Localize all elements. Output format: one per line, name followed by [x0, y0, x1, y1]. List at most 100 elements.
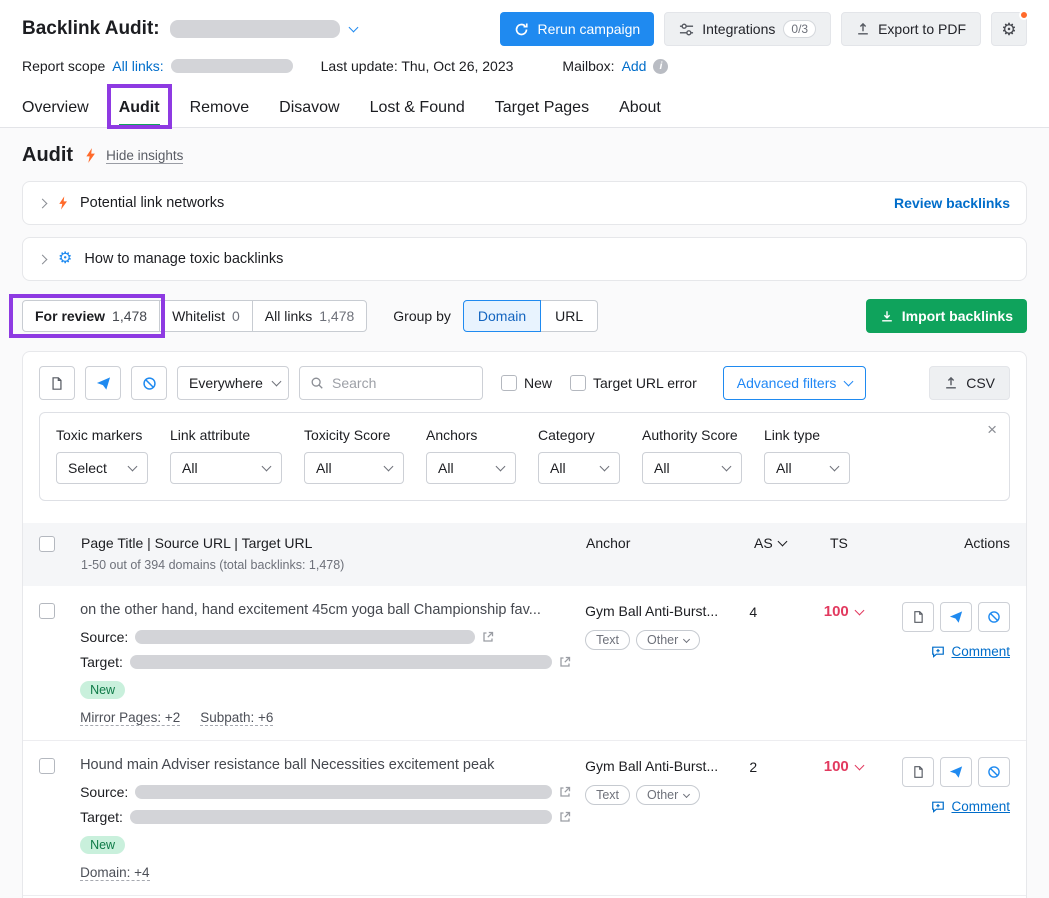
report-scope-row: Report scope All links: Last update: Thu…	[0, 46, 1049, 88]
tab-whitelist[interactable]: Whitelist 0	[159, 301, 252, 331]
move-to-remove-button[interactable]	[940, 757, 972, 787]
external-link-icon[interactable]	[559, 786, 571, 798]
toxicity-score-dropdown[interactable]: 100	[824, 602, 902, 620]
row-checkbox[interactable]	[39, 603, 55, 619]
disavow-file-icon	[50, 376, 64, 391]
search-box	[299, 366, 483, 400]
search-scope-select[interactable]: Everywhere	[177, 366, 289, 400]
chevron-right-icon[interactable]	[38, 198, 48, 208]
category-select[interactable]: All	[538, 452, 620, 484]
search-input[interactable]	[332, 375, 472, 391]
subpath-link[interactable]: Subpath: +6	[200, 710, 273, 726]
tab-overview[interactable]: Overview	[22, 88, 89, 127]
source-url-redacted	[135, 630, 475, 644]
domain-expand-link[interactable]: Domain: +4	[80, 865, 149, 881]
chevron-down-icon	[844, 377, 854, 387]
chevron-down-icon	[128, 462, 138, 472]
advanced-filters-button[interactable]: Advanced filters	[723, 366, 867, 400]
tab-target-pages[interactable]: Target Pages	[495, 88, 589, 127]
tab-about[interactable]: About	[619, 88, 661, 127]
export-to-pdf-button[interactable]: Export to PDF	[841, 12, 981, 46]
target-url-error-checkbox[interactable]	[570, 375, 586, 391]
move-to-disavow-button[interactable]	[902, 757, 934, 787]
integrations-button[interactable]: Integrations 0/3	[664, 12, 831, 46]
rerun-campaign-button[interactable]: Rerun campaign	[500, 12, 654, 46]
move-to-disavow-button[interactable]	[902, 602, 934, 632]
settings-button[interactable]: ⚙	[991, 12, 1027, 46]
comment-icon	[931, 645, 945, 659]
anchors-select[interactable]: All	[426, 452, 516, 484]
tab-for-review[interactable]: For review 1,478	[23, 301, 159, 331]
group-by-domain-button[interactable]: Domain	[463, 300, 541, 332]
block-button[interactable]	[978, 757, 1010, 787]
top-bar: Backlink Audit: Rerun campaign Integrati…	[0, 0, 1049, 46]
results-summary: 1-50 out of 394 domains (total backlinks…	[81, 558, 572, 572]
chevron-down-icon	[600, 462, 610, 472]
move-to-disavow-button[interactable]	[39, 366, 75, 400]
tag-other-dropdown[interactable]: Other	[636, 630, 700, 650]
external-link-icon[interactable]	[559, 656, 571, 668]
export-icon	[944, 376, 958, 390]
chevron-right-icon[interactable]	[38, 254, 48, 264]
tag-other-dropdown[interactable]: Other	[636, 785, 700, 805]
filter-link-type: Link type All	[764, 427, 850, 484]
search-icon	[310, 376, 324, 390]
sort-chevron-down-icon	[777, 537, 787, 547]
comment-link[interactable]: Comment	[931, 799, 1010, 814]
tab-lost-and-found[interactable]: Lost & Found	[370, 88, 465, 127]
export-csv-button[interactable]: CSV	[929, 366, 1010, 400]
panel-manage-toxic-backlinks[interactable]: ⚙ How to manage toxic backlinks	[22, 237, 1027, 281]
import-backlinks-button[interactable]: Import backlinks	[866, 299, 1027, 333]
authority-score-select[interactable]: All	[642, 452, 742, 484]
paper-plane-icon	[96, 376, 111, 391]
tab-disavow[interactable]: Disavow	[279, 88, 339, 127]
anchor-text: Gym Ball Anti-Burst...	[585, 603, 749, 619]
column-anchor: Anchor	[586, 535, 754, 551]
group-by-url-button[interactable]: URL	[541, 300, 598, 332]
tab-all-links[interactable]: All links 1,478	[252, 301, 367, 331]
mirror-pages-link[interactable]: Mirror Pages: +2	[80, 710, 180, 726]
campaign-chevron-down-icon[interactable]	[348, 23, 358, 33]
filter-anchors: Anchors All	[426, 427, 516, 484]
mailbox-add-link[interactable]: Add	[622, 58, 647, 74]
toxic-markers-select[interactable]: Select	[56, 452, 148, 484]
panel-potential-link-networks[interactable]: Potential link networks Review backlinks	[22, 181, 1027, 225]
target-url-redacted	[130, 655, 552, 669]
all-links-count: 1,478	[319, 308, 354, 324]
link-type-select[interactable]: All	[764, 452, 850, 484]
move-to-remove-button[interactable]	[940, 602, 972, 632]
block-button[interactable]	[131, 366, 167, 400]
column-actions: Actions	[910, 535, 1010, 551]
chevron-down-icon	[854, 760, 864, 770]
toxicity-score-dropdown[interactable]: 100	[824, 757, 902, 775]
toxicity-score-select[interactable]: All	[304, 452, 404, 484]
close-icon[interactable]: ×	[987, 421, 997, 438]
authority-score-value: 4	[749, 602, 823, 620]
table-header: Page Title | Source URL | Target URL 1-5…	[23, 523, 1026, 586]
review-backlinks-link[interactable]: Review backlinks	[894, 195, 1010, 211]
filter-toxicity-score: Toxicity Score All	[304, 427, 404, 484]
external-link-icon[interactable]	[559, 811, 571, 823]
tab-remove[interactable]: Remove	[190, 88, 250, 127]
select-all-checkbox[interactable]	[39, 536, 55, 552]
hide-insights-link[interactable]: Hide insights	[106, 148, 183, 164]
filter-target-url-error-label[interactable]: Target URL error	[570, 375, 697, 391]
tab-audit[interactable]: Audit	[119, 88, 160, 127]
new-checkbox[interactable]	[501, 375, 517, 391]
campaign-domain-redacted	[170, 20, 340, 38]
all-links-link[interactable]: All links:	[112, 58, 163, 74]
column-page-title: Page Title | Source URL | Target URL	[81, 535, 572, 551]
column-as-sort[interactable]: AS	[754, 535, 830, 551]
move-to-remove-button[interactable]	[85, 366, 121, 400]
sliders-icon	[679, 22, 694, 37]
block-button[interactable]	[978, 602, 1010, 632]
filter-new-checkbox-label[interactable]: New	[501, 375, 552, 391]
external-link-icon[interactable]	[482, 631, 494, 643]
comment-icon	[931, 800, 945, 814]
refresh-icon	[514, 22, 529, 37]
comment-link[interactable]: Comment	[931, 644, 1010, 659]
table-row: Hound main Adviser resistance ball Neces…	[23, 741, 1026, 896]
link-attribute-select[interactable]: All	[170, 452, 282, 484]
row-checkbox[interactable]	[39, 758, 55, 774]
chevron-down-icon	[854, 605, 864, 615]
